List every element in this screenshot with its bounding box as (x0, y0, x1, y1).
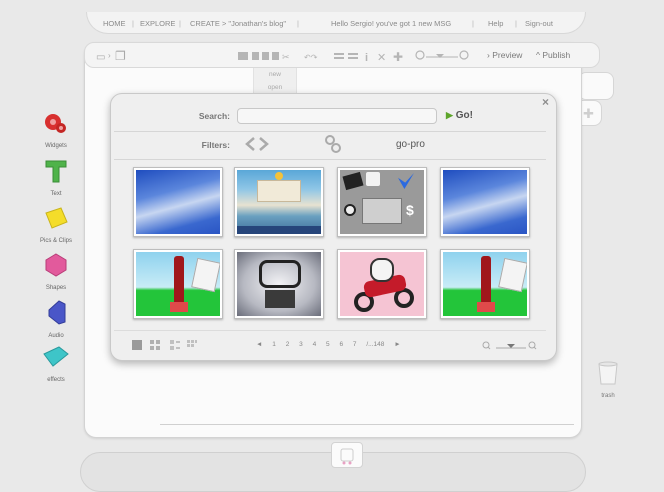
text-t-icon (45, 160, 67, 183)
top-navigation: HOME | EXPLORE | CREATE > "Jonathan's bl… (86, 12, 586, 34)
filter-gears-icon[interactable] (324, 134, 342, 154)
play-arrow-icon: ▶ (446, 110, 453, 120)
thumbnail-sky[interactable] (440, 167, 530, 237)
tool-widgets[interactable]: Widgets (31, 110, 81, 149)
thumbnail-beach[interactable] (133, 249, 223, 319)
page-link[interactable]: 6 (339, 341, 343, 348)
close-icon[interactable]: × (542, 95, 549, 109)
side-tab-top[interactable] (578, 72, 614, 100)
page-link[interactable]: 2 (286, 341, 290, 348)
zoom-out-icon[interactable] (415, 50, 425, 60)
beach-image (136, 252, 220, 316)
zoom-in-icon[interactable] (459, 50, 469, 60)
file-menu-dropdown: new open (253, 68, 297, 96)
sky-image (136, 170, 220, 234)
distribute-icon[interactable] (348, 57, 358, 59)
divider (114, 131, 546, 132)
nav-greeting-message[interactable]: Hello Sergio! you've got 1 new MSG (331, 19, 451, 28)
page-link[interactable]: 3 (299, 341, 303, 348)
logo-image (237, 252, 321, 316)
trash-bin[interactable]: trash (596, 360, 620, 399)
go-button[interactable]: ▶ Go! (446, 110, 473, 121)
nav-separator: | (179, 19, 181, 28)
chevron-up-icon: ^ (536, 50, 540, 60)
add-page-icon: ✚ (583, 106, 594, 121)
copy-icon[interactable] (252, 52, 259, 60)
undo-redo-icon[interactable]: ↶↷ (304, 53, 318, 62)
nav-separator: | (132, 19, 134, 28)
tool-shapes[interactable]: Shapes (31, 252, 81, 291)
tool-text[interactable]: Text (31, 158, 81, 197)
trash-icon (598, 361, 618, 385)
nav-help-link[interactable]: Help (488, 19, 503, 28)
page-link[interactable]: 5 (326, 341, 330, 348)
nav-create-link[interactable]: CREATE > "Jonathan's blog" (190, 19, 286, 28)
beach-image (443, 252, 527, 316)
resort-image (237, 170, 321, 234)
view-small-icon[interactable] (187, 340, 197, 350)
filter-go-pro[interactable]: go-pro (396, 139, 425, 150)
filters-label: Filters: (201, 140, 230, 150)
folder-icon[interactable] (238, 52, 248, 60)
view-list-icon[interactable] (170, 340, 180, 350)
page-icon[interactable]: ▭ (96, 52, 105, 63)
nav-home-link[interactable]: HOME (103, 19, 126, 28)
nav-separator: | (472, 19, 474, 28)
page-link-last[interactable]: /...148 (366, 341, 384, 348)
nav-signout-link[interactable]: Sign-out (525, 19, 553, 28)
prev-page-arrow[interactable]: ◄ (256, 341, 262, 348)
toolbar-tools: ✂ ↶↷ i ✕ ✚ (238, 50, 469, 63)
tool-audio[interactable]: Audio (31, 298, 81, 339)
next-page-arrow[interactable]: ► (394, 341, 400, 348)
view-grid-icon[interactable] (150, 340, 160, 350)
zoom-slider-handle[interactable] (507, 344, 515, 348)
thumbnail-motorbike[interactable] (337, 249, 427, 319)
nav-explore-link[interactable]: EXPLORE (140, 19, 175, 28)
thumbnail-beach[interactable] (440, 249, 530, 319)
chevron-right-icon: › (487, 50, 490, 60)
collage-image: $ (340, 170, 424, 234)
info-icon[interactable]: i (365, 52, 368, 63)
thumbnail-sky[interactable] (133, 167, 223, 237)
picture-icon (45, 207, 68, 229)
publish-button[interactable]: ^ Publish (536, 50, 570, 60)
speaker-icon (48, 300, 66, 325)
hexagon-shape-icon (45, 253, 67, 277)
align-icon[interactable] (334, 57, 344, 59)
motorbike-image (340, 252, 424, 316)
search-input[interactable] (237, 108, 437, 124)
paste-icon[interactable] (262, 52, 269, 60)
thumbnail-zoom-control[interactable] (482, 340, 538, 352)
menu-item-new[interactable]: new (254, 68, 296, 81)
duplicate-icon[interactable] (272, 52, 279, 60)
thumbnail-resort[interactable] (234, 167, 324, 237)
thumbnail-collage[interactable]: $ (337, 167, 427, 237)
horizontal-scrollbar[interactable] (160, 424, 574, 428)
page-link[interactable]: 1 (272, 341, 276, 348)
thumbnail-logo[interactable] (234, 249, 324, 319)
sky-image (443, 170, 527, 234)
page-link[interactable]: 7 (353, 341, 357, 348)
pages-stack-icon[interactable]: ❐ (115, 49, 126, 63)
divider (114, 159, 546, 160)
move-icon[interactable]: ✚ (393, 50, 403, 63)
nav-separator: | (297, 19, 299, 28)
tool-effects[interactable]: effects (31, 344, 81, 383)
effects-gem-icon (43, 346, 69, 367)
search-label: Search: (198, 111, 230, 121)
delete-icon[interactable]: ✕ (377, 52, 386, 63)
divider (114, 330, 546, 331)
drawer-handle-icon (340, 448, 354, 465)
cut-icon[interactable]: ✂ (282, 52, 290, 62)
arrow-right-icon: › (108, 51, 111, 60)
filter-arrows-icon[interactable] (244, 134, 270, 154)
nav-separator: | (515, 19, 517, 28)
pagination: ◄ 1 2 3 4 5 6 7 /...148 ► (256, 341, 409, 348)
tool-pics-and-clips[interactable]: Pics & Clips (31, 205, 81, 244)
view-large-icon[interactable] (132, 340, 142, 350)
page-link[interactable]: 4 (313, 341, 317, 348)
bottom-drawer-tab[interactable] (331, 442, 363, 468)
preview-button[interactable]: › Preview (487, 50, 522, 60)
gear-cluster-icon (45, 114, 66, 133)
